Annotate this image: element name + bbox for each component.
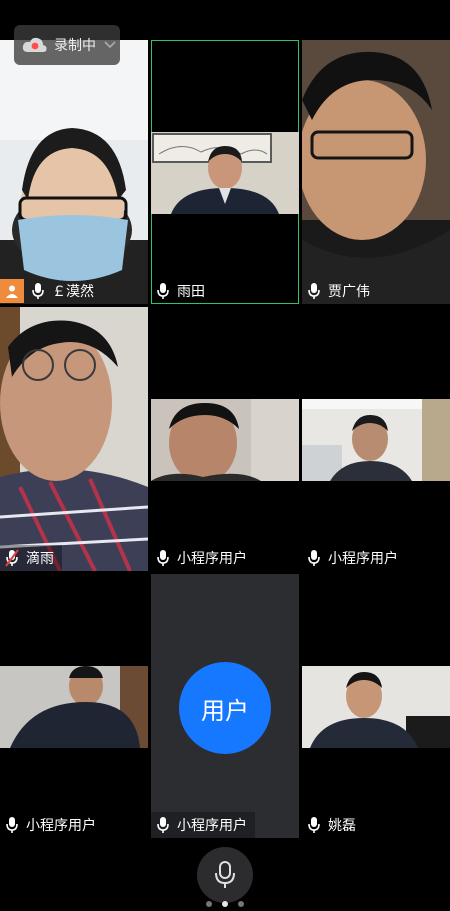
participant-video-9 (302, 666, 450, 748)
participant-name: 滴雨 (26, 551, 54, 567)
participant-name-bar: 滴雨 (0, 545, 62, 571)
video-feed (302, 666, 450, 748)
participant-tile-6[interactable]: 小程序用户 (302, 307, 450, 571)
video-feed (302, 399, 450, 481)
video-feed (0, 666, 148, 748)
participant-name: 小程序用户 (26, 818, 96, 834)
page-dot[interactable] (206, 901, 212, 907)
participant-name-bar: 小程序用户 (0, 812, 104, 838)
microphone-icon (215, 861, 235, 888)
avatar-text: 用户 (201, 696, 249, 725)
participant-video-3 (302, 40, 450, 304)
video-feed (0, 40, 148, 304)
recording-label: 录制中 (54, 38, 96, 54)
participant-tile-5[interactable]: 小程序用户 (151, 307, 299, 571)
microphone-icon (308, 817, 320, 833)
video-feed (302, 40, 450, 304)
participant-video-4 (0, 307, 148, 571)
participant-video-6 (302, 399, 450, 481)
cloud-recording-icon (22, 37, 47, 52)
host-icon (0, 279, 24, 303)
participant-name-bar: 贾广伟 (302, 278, 378, 304)
participant-tile-9[interactable]: 姚磊 (302, 574, 450, 838)
participant-tile-3[interactable]: 贾广伟 (302, 40, 450, 304)
participant-name: 小程序用户 (177, 551, 247, 567)
video-feed (151, 132, 299, 214)
avatar: 用户 (179, 662, 271, 754)
page-indicator (0, 901, 450, 907)
participant-name-bar: 姚磊 (302, 812, 364, 838)
participant-name-bar: 小程序用户 (151, 545, 255, 571)
participant-name-bar: 小程序用户 (151, 812, 255, 838)
microphone-icon (308, 283, 320, 299)
page-dot-active[interactable] (222, 901, 228, 907)
participant-video-1 (0, 40, 148, 304)
microphone-icon (157, 283, 169, 299)
participant-name: 贾广伟 (328, 284, 370, 300)
video-feed (151, 399, 299, 481)
participant-video-2 (151, 132, 299, 214)
participant-tile-4[interactable]: 滴雨 (0, 307, 148, 571)
participant-video-5 (151, 399, 299, 481)
microphone-muted-icon (5, 549, 19, 567)
microphone-icon (157, 817, 169, 833)
participant-name-bar: 小程序用户 (302, 545, 406, 571)
participant-video-7 (0, 666, 148, 748)
microphone-icon (32, 283, 44, 299)
participant-name: ￡漠然 (52, 284, 94, 300)
page-dot[interactable] (238, 901, 244, 907)
chevron-down-icon (104, 41, 116, 49)
participant-name: 姚磊 (328, 818, 356, 834)
video-feed (0, 307, 148, 571)
microphone-toggle-button[interactable] (197, 847, 253, 903)
microphone-icon (308, 550, 320, 566)
participant-tile-1[interactable]: ￡漠然 (0, 40, 148, 304)
participant-name: 小程序用户 (328, 551, 398, 567)
recording-indicator[interactable]: 录制中 (14, 25, 120, 65)
participant-name-bar: 雨田 (151, 278, 213, 304)
participant-tile-7[interactable]: 小程序用户 (0, 574, 148, 838)
microphone-icon (6, 817, 18, 833)
participant-name: 小程序用户 (177, 818, 247, 834)
microphone-icon (157, 550, 169, 566)
participant-name: 雨田 (177, 284, 205, 300)
participant-tile-8[interactable]: 用户 小程序用户 (151, 574, 299, 838)
participant-tile-2[interactable]: 雨田 (151, 40, 299, 304)
participant-name-bar: ￡漠然 (0, 278, 102, 304)
